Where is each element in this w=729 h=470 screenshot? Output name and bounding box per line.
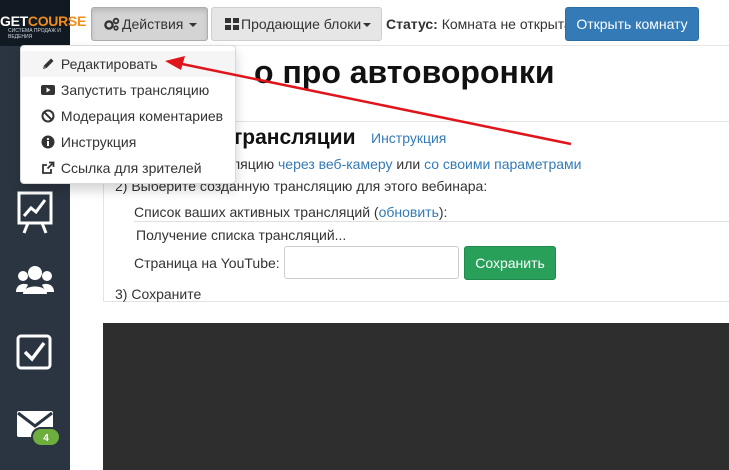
users-icon[interactable] — [16, 264, 54, 302]
pencil-icon — [41, 57, 55, 71]
checkbox-icon[interactable] — [16, 334, 54, 372]
status-value: Комната не открыта — [441, 16, 572, 32]
page-title: о про автоворонки — [254, 54, 555, 90]
grid-icon — [225, 17, 239, 31]
webcam-link[interactable]: через веб-камеру — [278, 156, 393, 172]
selling-blocks-dropdown-button[interactable]: Продающие блоки — [211, 7, 382, 41]
menu-item-moderation[interactable]: Модерация коментариев — [21, 103, 235, 129]
open-room-button[interactable]: Открыть комнату — [565, 7, 699, 41]
status-label: Статус: — [386, 16, 438, 32]
menu-item-edit[interactable]: Редактировать — [21, 51, 235, 77]
divider — [134, 221, 729, 222]
logo-tagline: СИСТЕМА ПРОДАЖ И ВЕДЕНИЯ — [8, 28, 61, 40]
cogs-icon — [104, 17, 120, 31]
menu-item-instruction[interactable]: Инструкция — [21, 129, 235, 155]
save-button[interactable]: Сохранить — [464, 246, 556, 280]
chevron-down-icon — [363, 23, 372, 28]
info-icon — [41, 135, 55, 149]
ban-icon — [41, 109, 55, 123]
refresh-link[interactable]: обновить — [379, 204, 439, 220]
logo-text: GETCOURSE — [0, 13, 86, 29]
active-broadcasts-label: Список ваших активных трансляций (обнови… — [134, 204, 448, 220]
actions-dropdown-menu: Редактировать Запустить трансляцию Модер… — [20, 45, 236, 184]
menu-item-start-broadcast[interactable]: Запустить трансляцию — [21, 77, 235, 103]
menu-item-viewer-link[interactable]: Ссылка для зрителей — [21, 155, 235, 181]
actions-dropdown-button[interactable]: Действия — [91, 7, 208, 41]
step-3-text: 3) Сохраните — [115, 286, 202, 302]
chevron-down-icon — [189, 23, 198, 28]
youtube-icon — [41, 83, 55, 97]
chart-presentation-icon[interactable] — [16, 190, 54, 234]
external-link-icon — [41, 161, 55, 175]
youtube-page-input[interactable] — [284, 246, 459, 279]
instruction-link[interactable]: Инструкция — [371, 130, 446, 146]
section-title: трансляции — [232, 126, 356, 149]
mail-badge: 4 — [31, 427, 61, 447]
video-player[interactable] — [103, 323, 729, 470]
step-1-text: ляцию через веб-камеру или со своими пар… — [232, 156, 582, 172]
actions-label: Действия — [122, 16, 184, 32]
custom-params-link[interactable]: со своими параметрами — [424, 156, 581, 172]
room-status: Статус: Комната не открыта — [386, 16, 572, 32]
selling-blocks-label: Продающие блоки — [241, 16, 362, 32]
youtube-page-label: Страница на YouTube: — [134, 255, 280, 271]
loading-text: Получение списка трансляций... — [136, 227, 347, 243]
logo[interactable]: GETCOURSE СИСТЕМА ПРОДАЖ И ВЕДЕНИЯ — [0, 0, 86, 46]
